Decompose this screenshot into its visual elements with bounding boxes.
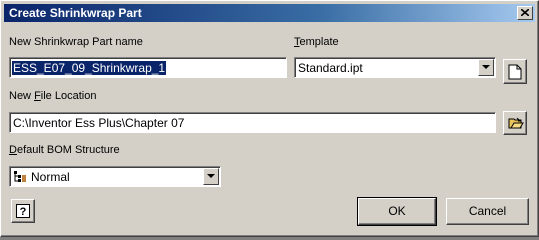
new-template-button[interactable]	[503, 59, 527, 84]
browse-folder-icon	[508, 117, 524, 129]
template-value: Standard.ipt	[298, 61, 363, 75]
close-button[interactable]	[517, 6, 533, 20]
file-location-label-prefix: New	[9, 90, 35, 102]
help-button[interactable]: ?	[11, 199, 35, 223]
title-bar[interactable]: Create Shrinkwrap Part	[4, 4, 535, 22]
chevron-down-icon	[207, 174, 215, 178]
chevron-down-icon	[482, 65, 490, 69]
part-name-input[interactable]: ESS_E07_09_Shrinkwrap_1	[9, 57, 287, 78]
part-name-label: New Shrinkwrap Part name	[9, 36, 143, 48]
ok-button[interactable]: OK	[357, 197, 437, 226]
file-location-label-rest: ile Location	[40, 90, 97, 102]
close-icon	[521, 9, 529, 16]
bom-label: Default BOM Structure	[9, 144, 120, 156]
cancel-button[interactable]: Cancel	[446, 198, 529, 225]
bom-structure-dropdown[interactable]: Normal	[9, 166, 221, 187]
bom-normal-icon	[14, 171, 26, 182]
file-location-input[interactable]: C:\Inventor Ess Plus\Chapter 07	[9, 112, 496, 133]
browse-location-button[interactable]	[503, 111, 527, 135]
file-location-label: New File Location	[9, 90, 96, 102]
help-icon: ?	[16, 204, 30, 218]
template-label: Template	[294, 36, 339, 48]
new-document-icon	[508, 64, 522, 80]
file-location-value: C:\Inventor Ess Plus\Chapter 07	[13, 116, 185, 130]
file-location-label-accel: F	[34, 90, 41, 102]
window-title: Create Shrinkwrap Part	[9, 6, 142, 20]
bom-label-rest: efault BOM Structure	[16, 144, 120, 156]
bom-label-accel: D	[9, 144, 17, 156]
template-dropdown[interactable]: Standard.ipt	[294, 57, 496, 78]
svg-text:?: ?	[20, 206, 27, 218]
part-name-value: ESS_E07_09_Shrinkwrap_1	[12, 61, 167, 75]
create-shrinkwrap-dialog: Create Shrinkwrap Part New Shrinkwrap Pa…	[0, 0, 539, 237]
bom-dropdown-arrow[interactable]	[203, 168, 219, 185]
bom-structure-value: Normal	[31, 170, 70, 184]
template-dropdown-arrow[interactable]	[478, 59, 494, 76]
template-label-rest: emplate	[299, 36, 339, 48]
